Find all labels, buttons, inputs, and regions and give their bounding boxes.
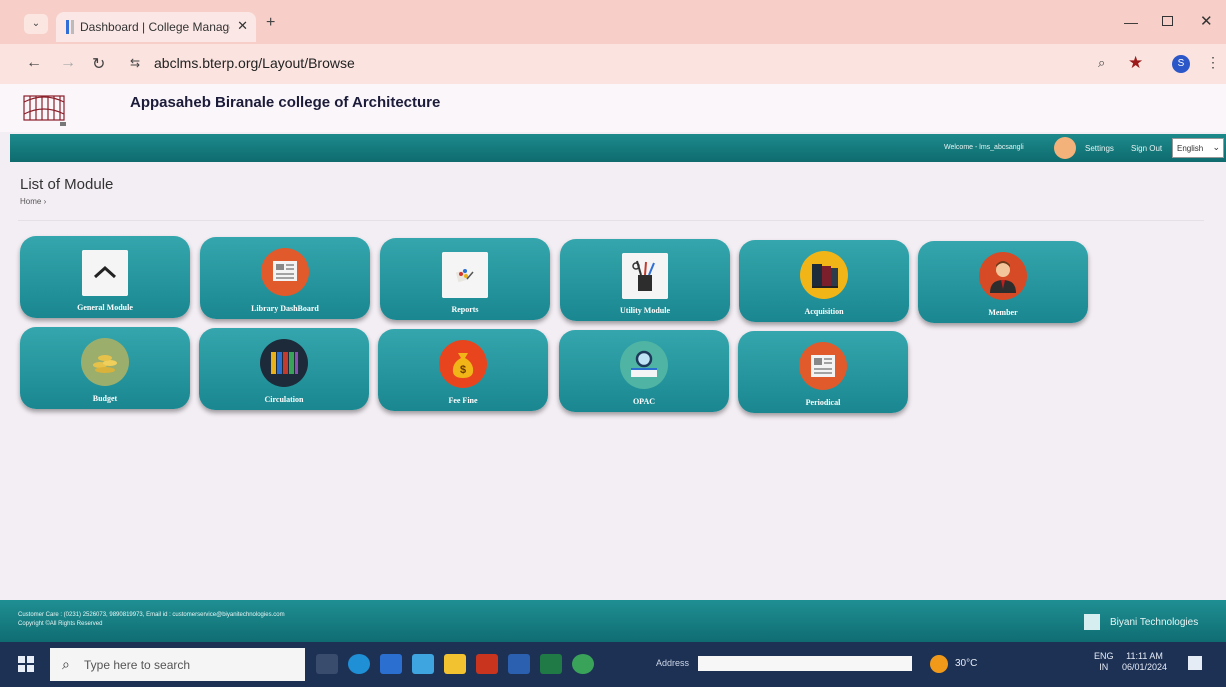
minimize-icon[interactable]: — <box>1124 14 1138 30</box>
chevron-down-icon: ⌄ <box>1212 142 1220 152</box>
module-tile-fee-fine[interactable]: $ Fee Fine <box>378 329 548 411</box>
module-label: Fee Fine <box>448 396 478 405</box>
module-label: Utility Module <box>620 306 670 315</box>
customer-care-text: Customer Care : (0231) 2526073, 98908199… <box>18 612 285 618</box>
dashboard-icon <box>261 248 309 296</box>
footer-brand: Biyani Technologies <box>1110 617 1199 628</box>
taskbar-clock[interactable]: 11:11 AM 06/01/2024 <box>1122 651 1167 673</box>
store-icon[interactable] <box>380 654 402 674</box>
module-label: Acquisition <box>804 307 844 316</box>
language-select[interactable]: English ⌄ <box>1172 138 1224 158</box>
forward-arrow-icon[interactable]: → <box>60 54 76 72</box>
opac-search-icon <box>620 341 668 389</box>
zoom-icon[interactable]: ⌕ <box>1098 55 1105 71</box>
module-tile-periodical[interactable]: Periodical <box>738 331 908 413</box>
tab-search-dropdown-icon[interactable]: ⌄ <box>24 14 48 34</box>
browser-tab[interactable]: Dashboard | College Managem ✕ <box>56 12 256 42</box>
taskbar-search[interactable]: ⌕ Type here to search <box>50 648 305 681</box>
window-close-icon[interactable]: ✕ <box>1200 12 1213 30</box>
language-select-value: English <box>1177 144 1204 153</box>
browser-tab-bar: ⌄ Dashboard | College Managem ✕ + — ✕ <box>0 0 1226 44</box>
language-indicator[interactable]: ENG IN <box>1094 651 1114 673</box>
top-navbar: Welcome - lms_abcsangli Settings Sign Ou… <box>10 134 1226 162</box>
module-tile-general[interactable]: General Module <box>20 236 190 318</box>
tab-favicon-icon <box>66 20 69 34</box>
budget-coins-icon <box>81 338 129 386</box>
college-logo <box>18 92 72 130</box>
settings-link[interactable]: Settings <box>1085 144 1114 153</box>
module-label: Circulation <box>264 395 304 404</box>
notification-icon[interactable] <box>1188 656 1202 670</box>
clock-date: 06/01/2024 <box>1122 662 1168 672</box>
file-explorer-icon[interactable] <box>444 654 466 674</box>
module-tile-library-dashboard[interactable]: Library DashBoard <box>200 237 370 319</box>
search-icon: ⌕ <box>62 656 70 672</box>
app-header: Appasaheb Biranale college of Architectu… <box>0 84 1226 132</box>
reports-icon <box>442 252 488 298</box>
browser-address-bar: ← → ↻ ⇆ abclms.bterp.org/Layout/Browse ⌕… <box>0 44 1226 84</box>
home-icon <box>82 250 128 296</box>
member-icon <box>979 252 1027 300</box>
books-icon <box>800 251 848 299</box>
mail-icon[interactable] <box>412 654 434 674</box>
breadcrumb[interactable]: Home › <box>20 197 46 206</box>
module-tile-utility[interactable]: Utility Module <box>560 239 730 321</box>
taskbar-search-placeholder: Type here to search <box>84 658 191 672</box>
powerpoint-icon[interactable] <box>476 654 498 674</box>
money-bag-icon: $ <box>439 340 487 388</box>
module-tile-budget[interactable]: Budget <box>20 327 190 409</box>
utility-tools-icon <box>622 253 668 299</box>
site-info-icon[interactable]: ⇆ <box>130 56 140 70</box>
sign-out-link[interactable]: Sign Out <box>1131 144 1162 153</box>
url-field[interactable]: abclms.bterp.org/Layout/Browse <box>154 55 355 71</box>
module-label: Member <box>988 308 1018 317</box>
page-title: List of Module <box>20 176 114 193</box>
edge-icon[interactable] <box>348 654 370 674</box>
svg-text:$: $ <box>460 364 466 376</box>
module-label: General Module <box>77 303 133 312</box>
taskbar-address-input[interactable] <box>698 656 912 671</box>
chrome-icon[interactable] <box>572 654 594 674</box>
module-label: Reports <box>451 305 479 314</box>
module-tile-member[interactable]: Member <box>918 241 1088 323</box>
welcome-text: Welcome - lms_abcsangli <box>944 144 1024 151</box>
reload-icon[interactable]: ↻ <box>92 54 105 74</box>
module-label: Library DashBoard <box>251 304 319 313</box>
module-tile-circulation[interactable]: Circulation <box>199 328 369 410</box>
module-label: OPAC <box>632 397 656 406</box>
module-tile-reports[interactable]: Reports <box>380 238 550 320</box>
brand-logo-icon <box>1084 614 1100 630</box>
module-tile-acquisition[interactable]: Acquisition <box>739 240 909 322</box>
module-label: Periodical <box>805 398 841 407</box>
college-name: Appasaheb Biranale college of Architectu… <box>130 94 441 111</box>
windows-taskbar: ⌕ Type here to search Address 30°C ENG I… <box>0 642 1226 687</box>
module-tile-opac[interactable]: OPAC <box>559 330 729 412</box>
language-indicator-top: ENG <box>1094 651 1114 661</box>
new-tab-button[interactable]: + <box>266 14 275 32</box>
tab-close-icon[interactable]: ✕ <box>237 18 248 34</box>
clock-time: 11:11 AM <box>1126 651 1163 661</box>
circulation-books-icon <box>260 339 308 387</box>
copyright-text: Copyright ©All Rights Reserved <box>18 621 103 627</box>
taskbar-address-label: Address <box>656 658 690 668</box>
periodical-icon <box>799 342 847 390</box>
page-footer: Customer Care : (0231) 2526073, 98908199… <box>0 600 1226 642</box>
windows-start-icon[interactable] <box>18 656 34 672</box>
weather-icon[interactable] <box>930 655 948 673</box>
excel-icon[interactable] <box>540 654 562 674</box>
word-icon[interactable] <box>508 654 530 674</box>
tab-favicon-icon-part <box>71 20 74 34</box>
task-view-icon[interactable] <box>316 654 338 674</box>
user-avatar-icon[interactable] <box>1054 137 1076 159</box>
browser-menu-icon[interactable]: ⋮ <box>1206 54 1220 71</box>
back-arrow-icon[interactable]: ← <box>26 54 42 72</box>
tab-title: Dashboard | College Managem <box>80 20 230 34</box>
profile-avatar[interactable]: S <box>1172 55 1190 73</box>
language-indicator-bottom: IN <box>1099 662 1109 672</box>
weather-text[interactable]: 30°C <box>955 658 977 669</box>
divider <box>18 220 1204 221</box>
bookmark-star-icon[interactable]: ★ <box>1128 53 1143 73</box>
maximize-icon[interactable] <box>1162 16 1173 26</box>
module-label: Budget <box>92 394 118 403</box>
